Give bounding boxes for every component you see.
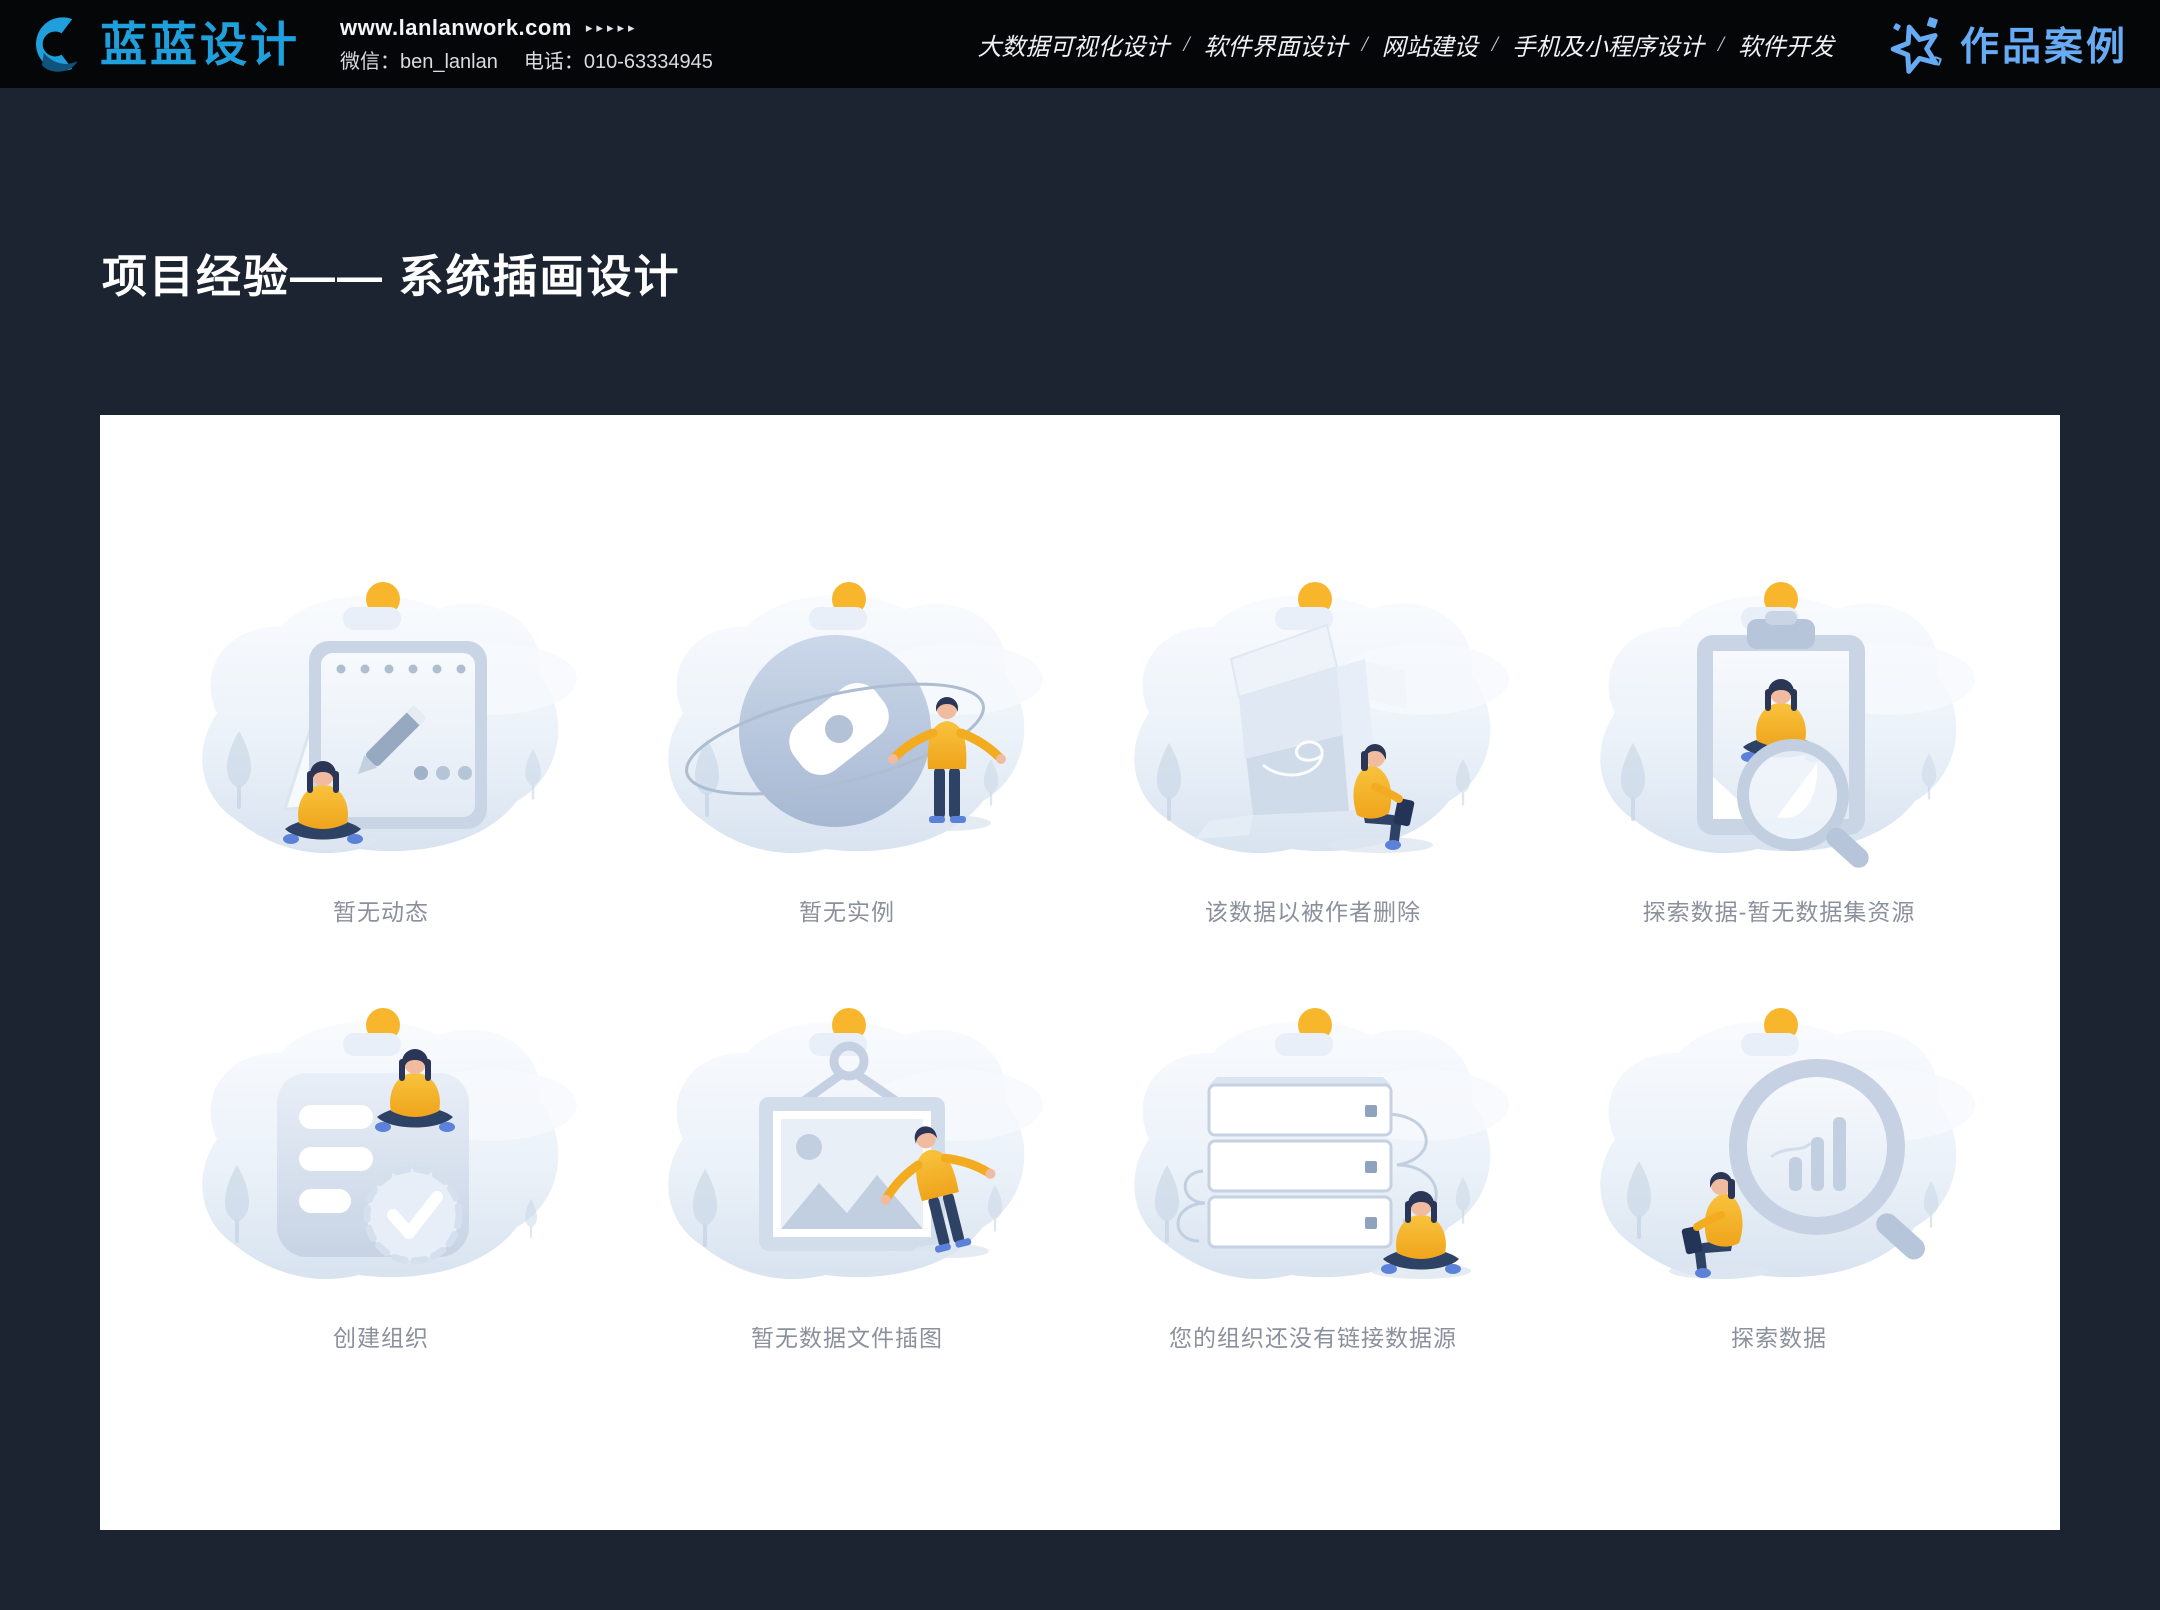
check-badge-icon xyxy=(367,1169,459,1261)
nav-separator: / xyxy=(1492,31,1498,57)
illustration-caption: 您的组织还没有链接数据源 xyxy=(1169,1319,1457,1353)
website-url[interactable]: www.lanlanwork.com xyxy=(340,15,572,41)
wechat-contact: 微信：ben_lanlan xyxy=(340,45,498,74)
nav-separator: / xyxy=(1362,31,1368,57)
gallery-item: 暂无数据文件插图 xyxy=(614,989,1080,1353)
gallery-item: 暂无动态 xyxy=(148,563,614,927)
gallery-item: 探索数据-暂无数据集资源 xyxy=(1546,563,2012,927)
illustration-empty-open-box xyxy=(1113,563,1513,883)
illustration-card: 暂无动态 xyxy=(100,415,2060,1530)
gallery-item: 创建组织 xyxy=(148,989,614,1353)
illustration-caption: 探索数据-暂无数据集资源 xyxy=(1643,893,1916,927)
illustration-server-stack-with-cable xyxy=(1113,989,1513,1309)
illustration-magnifier-with-bar-chart xyxy=(1579,989,1979,1309)
illustration-compass-disc-orbit xyxy=(647,563,1047,883)
illustration-caption: 暂无动态 xyxy=(333,893,429,927)
illustration-clipboard-with-magnifier xyxy=(1579,563,1979,883)
page-title: 项目经验—— 系统插画设计 xyxy=(102,240,681,305)
gallery-item: 探索数据 xyxy=(1546,989,2012,1353)
main-nav: 大数据可视化设计 / 软件界面设计 / 网站建设 / 手机及小程序设计 / 软件… xyxy=(977,27,1834,62)
arrows-icon: ▸▸▸▸▸ xyxy=(586,20,639,36)
illustration-grid: 暂无动态 xyxy=(100,415,2060,1353)
star-icon xyxy=(1888,14,1948,74)
gallery-item: 您的组织还没有链接数据源 xyxy=(1080,989,1546,1353)
phone-contact: 电话：010-63334945 xyxy=(524,45,713,74)
portfolio-label: 作品案例 xyxy=(1960,16,2128,72)
illustration-hanging-picture-frame xyxy=(647,989,1047,1309)
gallery-item: 该数据以被作者删除 xyxy=(1080,563,1546,927)
top-header-bar: 蓝蓝设计 www.lanlanwork.com ▸▸▸▸▸ 微信：ben_lan… xyxy=(0,0,2160,88)
illustration-list-card-with-check-badge xyxy=(181,989,581,1309)
nav-separator: / xyxy=(1718,31,1724,57)
logo-text: 蓝蓝设计 xyxy=(100,21,300,68)
illustration-caption: 暂无数据文件插图 xyxy=(751,1319,943,1353)
gallery-item: 暂无实例 xyxy=(614,563,1080,927)
lanlan-logo[interactable]: 蓝蓝设计 xyxy=(26,12,300,76)
page: 蓝蓝设计 www.lanlanwork.com ▸▸▸▸▸ 微信：ben_lan… xyxy=(0,0,2160,1610)
illustration-notepad-with-pencil xyxy=(181,563,581,883)
nav-item-mobile-miniapp[interactable]: 手机及小程序设计 xyxy=(1512,27,1704,62)
nav-item-website[interactable]: 网站建设 xyxy=(1382,27,1478,62)
contact-block: www.lanlanwork.com ▸▸▸▸▸ 微信：ben_lanlan 电… xyxy=(340,15,713,74)
portfolio-button[interactable]: 作品案例 xyxy=(1888,14,2128,74)
nav-item-bigdata[interactable]: 大数据可视化设计 xyxy=(977,27,1169,62)
lanlan-logo-icon xyxy=(26,12,90,76)
nav-separator: / xyxy=(1183,31,1189,57)
illustration-caption: 该数据以被作者删除 xyxy=(1205,893,1421,927)
nav-item-software-dev[interactable]: 软件开发 xyxy=(1738,27,1834,62)
illustration-caption: 暂无实例 xyxy=(799,893,895,927)
nav-item-software-ui[interactable]: 软件界面设计 xyxy=(1204,27,1348,62)
illustration-caption: 创建组织 xyxy=(333,1319,429,1353)
illustration-caption: 探索数据 xyxy=(1731,1319,1827,1353)
